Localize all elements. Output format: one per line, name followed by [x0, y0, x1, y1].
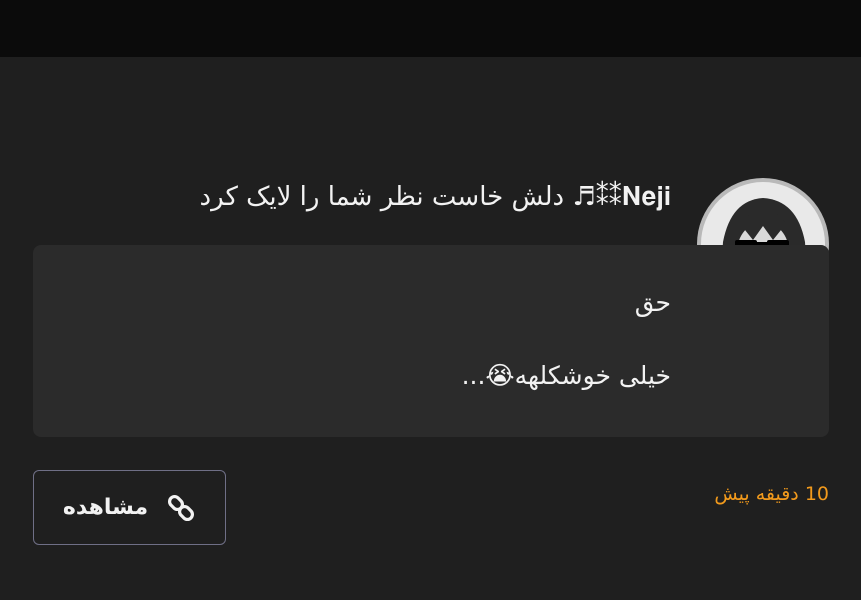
notification-text: 𝐍𝐞𝐣𝐢⁑⁑♬ دلش خاست نظر شما را لایک کرد	[131, 178, 671, 216]
view-button[interactable]: مشاهده	[33, 470, 226, 545]
notification-username[interactable]: 𝐍𝐞𝐣𝐢⁑⁑♬	[572, 182, 671, 212]
timestamp: 10 دقیقه پیش	[714, 483, 829, 505]
notification-message: دلش خاست نظر شما را لایک کرد	[199, 182, 573, 212]
comment-line-1: حق	[634, 288, 671, 317]
comment-preview: حق خیلی خوشکلهه😭...	[33, 245, 829, 437]
link-icon	[166, 493, 196, 523]
top-bar	[0, 0, 861, 57]
view-button-label: مشاهده	[62, 495, 149, 520]
comment-line-2: خیلی خوشکلهه😭...	[461, 361, 671, 390]
